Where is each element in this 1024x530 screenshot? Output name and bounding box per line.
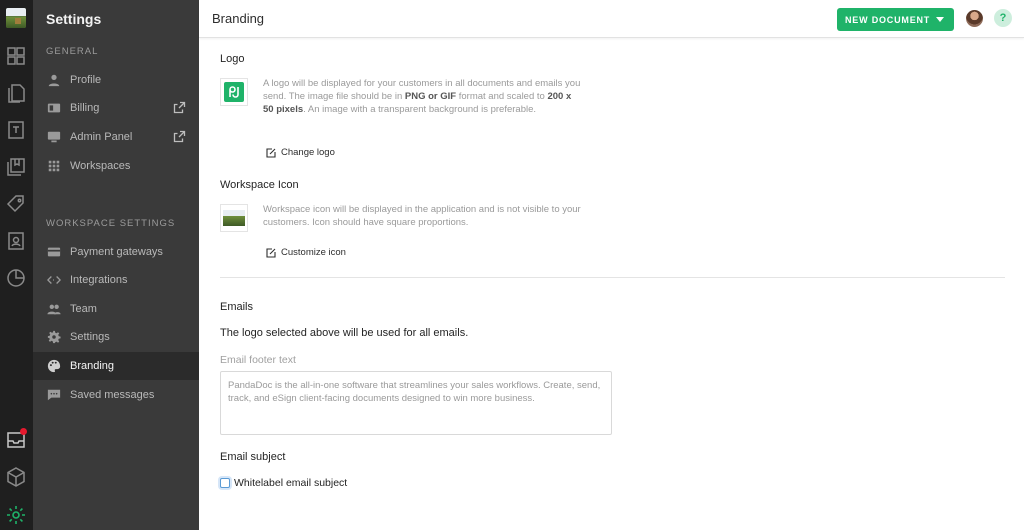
sidebar-item-label: Team bbox=[70, 303, 97, 315]
logo-description: A logo will be displayed for your custom… bbox=[263, 78, 581, 115]
change-logo-label: Change logo bbox=[281, 147, 335, 158]
email-footer-label: Email footer text bbox=[220, 354, 296, 366]
sidebar-item-payment-gateways[interactable]: Payment gateways bbox=[33, 238, 199, 266]
whitelabel-checkbox[interactable] bbox=[220, 478, 230, 488]
chevron-down-icon bbox=[936, 17, 944, 22]
chat-icon bbox=[46, 387, 62, 403]
dashboard-icon[interactable] bbox=[4, 44, 28, 68]
sidebar-item-label: Integrations bbox=[70, 274, 128, 286]
workspace-icon-preview bbox=[220, 204, 248, 232]
change-logo-button[interactable]: Change logo bbox=[266, 147, 335, 158]
section-divider bbox=[220, 277, 1005, 278]
monitor-icon bbox=[46, 129, 62, 145]
workspace-logo[interactable] bbox=[6, 8, 26, 28]
sidebar-item-branding[interactable]: Branding bbox=[33, 352, 199, 380]
person-icon bbox=[46, 72, 62, 88]
sidebar-item-settings[interactable]: Settings bbox=[33, 323, 199, 351]
email-footer-textarea[interactable]: PandaDoc is the all-in-one software that… bbox=[220, 371, 612, 435]
icon-rail bbox=[0, 0, 33, 530]
reports-pie-icon[interactable] bbox=[4, 266, 28, 290]
customize-icon-button[interactable]: Customize icon bbox=[266, 247, 346, 258]
sidebar-item-label: Settings bbox=[70, 331, 110, 343]
card-icon bbox=[46, 244, 62, 260]
sidebar-item-label: Profile bbox=[70, 74, 102, 86]
sidebar-item-label: Saved messages bbox=[70, 389, 155, 401]
documents-icon[interactable] bbox=[4, 81, 28, 105]
sidebar-item-label: Branding bbox=[70, 360, 115, 372]
emails-note: The logo selected above will be used for… bbox=[220, 327, 469, 339]
contacts-icon[interactable] bbox=[4, 229, 28, 253]
sidebar-title: Settings bbox=[46, 11, 102, 27]
general-heading: GENERAL bbox=[46, 46, 99, 57]
sidebar-item-integrations[interactable]: Integrations bbox=[33, 266, 199, 294]
edit-icon bbox=[266, 147, 276, 158]
new-document-label: NEW DOCUMENT bbox=[845, 14, 931, 25]
grid-icon bbox=[46, 158, 62, 174]
edit-icon bbox=[266, 247, 276, 258]
logo-heading: Logo bbox=[220, 53, 245, 65]
new-document-button[interactable]: NEW DOCUMENT bbox=[837, 8, 954, 31]
external-link-icon bbox=[173, 130, 186, 143]
workspace-image bbox=[223, 210, 245, 226]
code-arrows-icon bbox=[46, 272, 62, 288]
pandadoc-logo bbox=[224, 82, 244, 102]
sidebar-item-workspaces[interactable]: Workspaces bbox=[33, 152, 199, 180]
logo-preview bbox=[220, 78, 248, 106]
billing-icon bbox=[46, 100, 62, 116]
settings-gear-icon[interactable] bbox=[4, 503, 28, 527]
gear-icon bbox=[46, 329, 62, 345]
settings-sidebar: Settings GENERAL Profile Billing Admin P… bbox=[33, 0, 199, 530]
sidebar-item-profile[interactable]: Profile bbox=[33, 66, 199, 94]
sidebar-item-billing[interactable]: Billing bbox=[33, 94, 199, 122]
workspace-icon-description: Workspace icon will be displayed in the … bbox=[263, 204, 581, 228]
integrations-cube-icon[interactable] bbox=[4, 465, 28, 489]
top-bar: Branding NEW DOCUMENT ? bbox=[199, 0, 1024, 38]
catalog-tag-icon[interactable] bbox=[4, 192, 28, 216]
whitelabel-label[interactable]: Whitelabel email subject bbox=[234, 477, 347, 489]
customize-icon-label: Customize icon bbox=[281, 247, 346, 258]
sidebar-item-label: Payment gateways bbox=[70, 246, 163, 258]
palette-icon bbox=[46, 358, 62, 374]
page-title: Branding bbox=[212, 11, 265, 26]
sidebar-item-label: Workspaces bbox=[70, 160, 131, 172]
workspace-icon-heading: Workspace Icon bbox=[220, 179, 299, 191]
templates-icon[interactable] bbox=[4, 118, 28, 142]
external-link-icon bbox=[173, 101, 186, 114]
sidebar-item-label: Admin Panel bbox=[70, 131, 133, 143]
sidebar-item-label: Billing bbox=[70, 102, 100, 114]
sidebar-item-admin-panel[interactable]: Admin Panel bbox=[33, 123, 199, 151]
emails-heading: Emails bbox=[220, 301, 254, 313]
notification-dot bbox=[20, 428, 27, 435]
avatar[interactable] bbox=[966, 10, 983, 27]
workspace-settings-heading: WORKSPACE SETTINGS bbox=[46, 218, 176, 229]
help-button[interactable]: ? bbox=[994, 9, 1012, 27]
content-library-icon[interactable] bbox=[4, 155, 28, 179]
sidebar-item-saved-messages[interactable]: Saved messages bbox=[33, 381, 199, 409]
help-icon: ? bbox=[999, 12, 1007, 24]
team-icon bbox=[46, 301, 62, 317]
sidebar-item-team[interactable]: Team bbox=[33, 295, 199, 323]
email-subject-heading: Email subject bbox=[220, 451, 286, 463]
